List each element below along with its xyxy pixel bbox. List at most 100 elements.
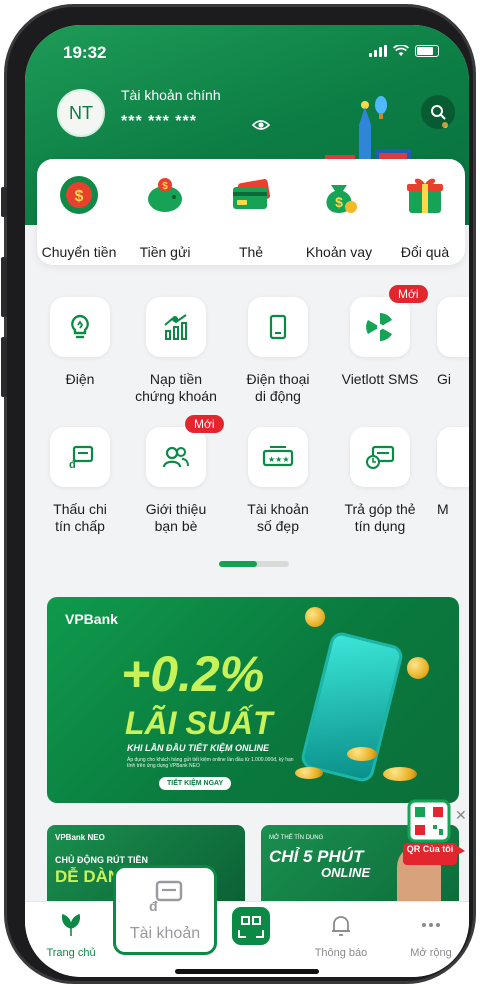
app-screen: 19:32 NT Tài khoản chính *** *** *** $ C…	[25, 25, 469, 977]
quick-action-deposit[interactable]: $ Tiền gửi	[125, 173, 205, 260]
services-pager[interactable]	[219, 561, 289, 567]
promo-brand: VPBank NEO	[55, 833, 105, 842]
money-bag-icon: $	[326, 185, 357, 213]
quick-action-label: Thẻ	[238, 244, 264, 260]
stock-chart-icon	[164, 314, 187, 340]
tab-label: Mở rộng	[410, 947, 452, 959]
popup-label: Tài khoản	[129, 925, 201, 942]
svg-text:$: $	[75, 188, 84, 205]
battery-icon	[415, 45, 439, 57]
card-icon	[233, 179, 271, 209]
banner-title: LÃI SUẤT	[125, 705, 273, 741]
quick-action-transfer[interactable]: $ Chuyển tiền	[39, 173, 119, 260]
service-securities-topup[interactable]: Nạp tiền chứng khoán	[131, 297, 221, 405]
service-label: Trả góp thẻ tín dụng	[344, 501, 416, 534]
home-leaf-icon	[61, 913, 81, 936]
account-balance: *** *** ***	[121, 113, 197, 130]
tab-notifications[interactable]: Thông báo	[301, 912, 381, 959]
promo-line1: CHỈ 5 PHÚT	[269, 847, 364, 866]
home-indicator	[175, 969, 319, 974]
coin-illustration	[305, 607, 325, 627]
tab-home[interactable]: Trang chủ	[31, 912, 111, 959]
promo-line2: ONLINE	[321, 865, 371, 880]
promo-line0: MỞ THẺ TÍN DỤNG	[269, 835, 324, 841]
coin-illustration	[347, 747, 377, 761]
status-icons	[369, 45, 439, 57]
people-icon	[162, 446, 189, 468]
more-dots-icon	[422, 923, 440, 927]
service-partial[interactable]: Gi	[437, 297, 469, 388]
service-label: Thấu chi tín chấp	[53, 501, 107, 534]
new-badge: Mới	[185, 415, 224, 433]
service-label: Điện	[65, 371, 95, 387]
quick-action-label: Tiền gửi	[139, 244, 191, 260]
service-label: M	[437, 501, 449, 517]
service-vietlott[interactable]: Mới Vietlott SMS	[335, 285, 428, 388]
svg-text:$: $	[162, 181, 168, 192]
status-bar: 19:32	[25, 25, 469, 69]
tab-label: Trang chủ	[46, 947, 96, 959]
qr-label: QR Của tôi	[406, 844, 454, 854]
qr-scan-icon	[232, 907, 270, 945]
wifi-icon	[393, 45, 409, 56]
search-button[interactable]	[421, 95, 455, 129]
installment-icon	[366, 445, 395, 469]
account-tab-popup[interactable]: đ Tài khoản	[113, 865, 217, 955]
overdraft-icon: đ	[69, 445, 94, 470]
account-name[interactable]: Tài khoản chính	[121, 87, 221, 103]
service-overdraft[interactable]: đ Thấu chi tín chấp	[35, 427, 125, 535]
coin-illustration	[383, 767, 417, 781]
banner-subtitle: KHI LẦN ĐẦU TIẾT KIỆM ONLINE	[127, 743, 269, 753]
service-refer-friends[interactable]: Mới Giới thiệu bạn bè	[131, 415, 224, 535]
qr-code-icon	[403, 799, 465, 865]
service-label: Gi	[437, 371, 451, 387]
avatar[interactable]: NT	[57, 89, 105, 137]
search-icon	[431, 105, 446, 120]
service-nice-number[interactable]: ★★★ Tài khoản số đẹp	[233, 427, 323, 535]
money-transfer-icon: $	[60, 176, 98, 214]
service-label: Nạp tiền chứng khoán	[135, 371, 217, 404]
tab-more[interactable]: Mở rộng	[391, 912, 469, 959]
banner-brand: VPBank	[65, 611, 118, 627]
service-label: Điện thoại di động	[246, 371, 310, 404]
coin-illustration	[407, 657, 429, 679]
quick-action-label: Khoản vay	[305, 244, 373, 260]
status-time: 19:32	[63, 43, 107, 62]
coin-illustration	[295, 767, 323, 779]
bottom-tab-bar: Trang chủ Thông báo Mở rộng	[25, 901, 469, 977]
promo-line1: CHỦ ĐỘNG RÚT TIỀN	[55, 855, 148, 865]
phone-frame: 19:32 NT Tài khoản chính *** *** *** $ C…	[1, 4, 476, 984]
new-badge: Mới	[389, 285, 428, 303]
quick-action-gift[interactable]: Đổi quà	[385, 173, 465, 260]
quick-action-loan[interactable]: $ Khoản vay	[299, 173, 379, 260]
svg-text:★★★: ★★★	[268, 455, 290, 464]
quick-action-card[interactable]: Thẻ	[211, 173, 291, 260]
banner-phone-illustration	[299, 630, 405, 784]
banner-cta-button[interactable]: TIẾT KIỆM NGAY	[159, 777, 232, 790]
signal-icon	[369, 45, 387, 57]
svg-text:đ: đ	[69, 459, 76, 470]
banner-note: Áp dụng cho khách hàng gửi tiết kiệm onl…	[127, 757, 294, 769]
banner-rate: +0.2%	[121, 646, 265, 702]
service-mobile-topup[interactable]: Điện thoại di động	[233, 297, 323, 405]
eye-icon[interactable]	[251, 115, 271, 135]
bell-icon	[332, 916, 350, 936]
volume-up-button	[1, 257, 7, 317]
mute-switch	[1, 187, 7, 217]
service-label: Tài khoản số đẹp	[247, 501, 309, 534]
volume-down-button	[1, 337, 7, 397]
service-label: Vietlott SMS	[341, 371, 419, 387]
service-partial[interactable]: M	[437, 427, 469, 518]
promo-banner[interactable]: VPBank +0.2% LÃI SUẤT KHI LẦN ĐẦU TIẾT K…	[47, 597, 459, 803]
quick-action-label: Chuyển tiền	[41, 244, 117, 260]
service-card-installment[interactable]: Trả góp thẻ tín dụng	[335, 427, 425, 535]
piggy-bank-icon: $	[148, 178, 182, 212]
svg-text:$: $	[335, 194, 343, 210]
account-icon: đ	[149, 880, 183, 914]
vietlott-icon	[365, 312, 395, 342]
quick-actions: $ Chuyển tiền $ Tiền gửi Thẻ $ Khoản vay…	[37, 159, 465, 265]
tab-label: Thông báo	[314, 947, 368, 959]
tab-qr-scan[interactable]	[211, 907, 291, 949]
service-electricity[interactable]: Điện	[35, 297, 125, 388]
qr-floating-button[interactable]: QR Của tôi	[403, 799, 465, 879]
